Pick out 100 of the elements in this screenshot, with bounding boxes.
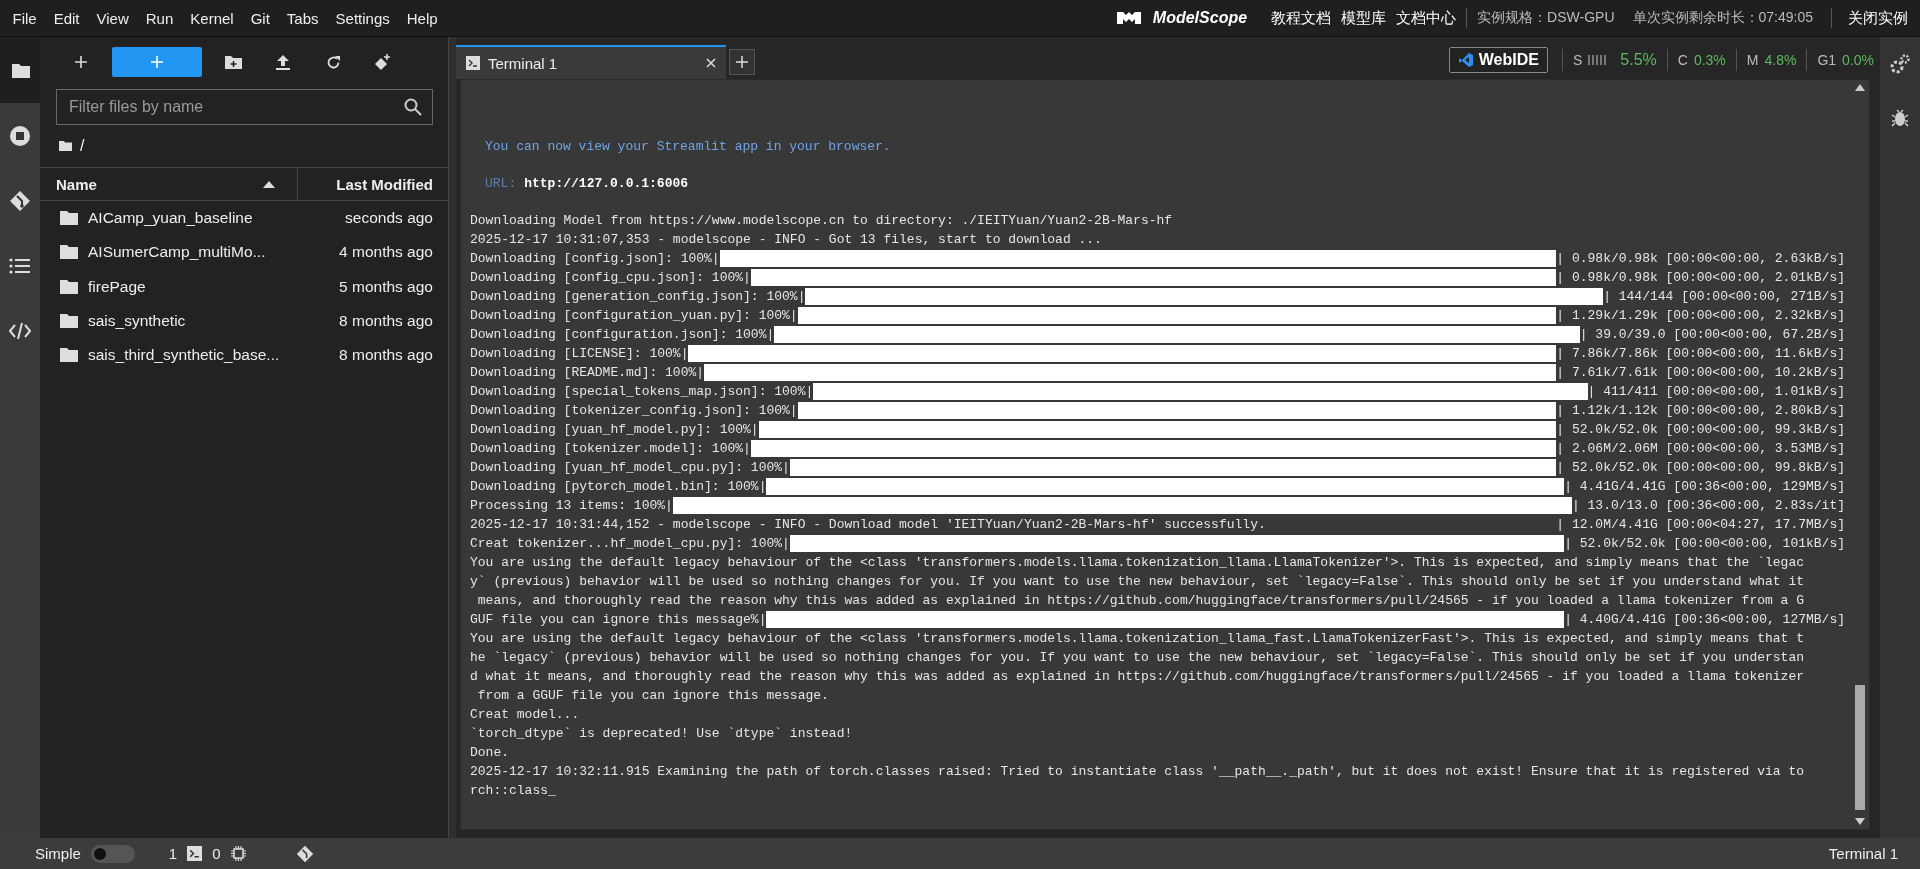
modified-time: 8 months ago [339,346,433,365]
header-link[interactable]: 文档中心 [1396,8,1457,28]
progress-label: Downloading [config_cpu.json]: 100%| [470,269,751,287]
mode-toggle[interactable] [90,844,135,863]
menu-item[interactable]: Tabs [278,9,328,27]
progress-stats: | 7.61k/7.61k [00:00<00:00, 10.2kB/s] [1556,364,1845,382]
menu-item[interactable]: Run [137,9,182,27]
scroll-thumb[interactable] [1855,685,1865,810]
file-row[interactable]: firePage 5 months ago [40,269,448,304]
file-row[interactable]: sais_synthetic 8 months ago [40,303,448,339]
modified-time: 4 months ago [339,243,433,262]
url-link[interactable]: http://127.0.0.1:6006 [524,174,689,193]
plus-icon [74,55,88,69]
menu-item[interactable]: File [4,9,46,27]
git-icon [9,189,31,212]
menu-item[interactable]: Kernel [181,9,243,27]
terminal-icon [466,56,480,70]
modified-time: 8 months ago [339,312,433,331]
folder-icon [60,211,78,226]
terminal-line: from a GGUF file you can ignore this message. [476,687,830,705]
folder-icon [60,245,78,260]
plus-icon [736,56,748,68]
metric-label: S [1572,52,1583,68]
close-icon[interactable] [706,58,716,68]
menu-item[interactable]: Edit [45,9,89,27]
folder-icon [59,141,72,151]
close-instance-button[interactable]: 关闭实例 [1842,8,1908,28]
header-link[interactable]: 模型库 [1341,8,1387,28]
terminal-line: Downloading Model from https://www.modelscope.cn to directory: ./IEITYuan/Yuan2-2B-Mars-hf [470,212,1174,230]
terminal-line: 2025-12-17 10:31:07,353 - modelscope - INFO - Got 13 files, start to download ... [470,231,1103,249]
metric-value: 4.8% [1764,52,1797,68]
metric-label: M [1746,52,1759,68]
terminal-line: means, and thoroughly read the reason why this was added as explained in https://github.com/huggingface/transformers/pull/24565 - if you loaded a llama tokenizer from a G [476,592,1806,610]
menu-item[interactable]: Git [242,9,279,27]
terminal-line: y` (previous) behavior will be used so nothing changes for you. If you want to use the new behaviour, set `legacy=False`. This should only be set if you understand what it [470,573,1806,591]
progress-stats: | 13.0/13.0 [00:36<00:00, 2.83s/it] [1571,497,1845,515]
progress-stats: | 52.0k/52.0k [00:00<00:00, 99.8kB/s] [1556,459,1845,477]
terminal-line: Creat model... [470,706,581,724]
progress-stats: | 4.41G/4.41G [00:36<00:00, 129MB/s] [1564,478,1845,496]
active-tab-label: Terminal 1 [1828,845,1898,862]
metric-value: 5.5% [1620,51,1657,69]
header-link[interactable]: 教程文档 [1271,8,1332,28]
terminal-line: 2025-12-17 10:32:11.915 Examining the path of torch.classes raised: Tried to instantiate class '__path__._path', but it does not exist! Ensure that it is registered via to [470,763,1806,781]
logo-text: ModelScope [1152,9,1248,27]
breadcrumb-path[interactable]: / [80,137,85,155]
menu-item[interactable]: Help [398,9,447,27]
file-name: AICamp_yuan_baseline [88,209,254,228]
file-row[interactable]: sais_third_synthetic_base... 8 months ago [40,338,448,373]
sidebar-tab[interactable] [0,37,40,103]
progress-stats: | 39.0/39.0 [00:00<00:00, 67.2B/s] [1579,326,1845,344]
code-editor-icon [1457,52,1474,68]
git-plus-icon [374,53,392,71]
progress-stats: | 4.40G/4.41G [00:36<00:00, 127MB/s] [1564,611,1845,629]
kernel-count[interactable]: 0 [212,845,221,862]
progress-stats: | 12.0M/4.41G [00:00<04:27, 17.7MB/s] [1556,516,1845,534]
progress-label: Creat tokenizer...hf_model_cpu.py]: 100%| [470,535,790,553]
progress-label: Downloading [tokenizer_config.json]: 100%| [470,402,798,420]
progress-label: Downloading [README.md]: 100%| [470,364,705,382]
progress-stats: | 144/144 [00:00<00:00, 271B/s] [1603,288,1845,306]
metric-value: 0.3% [1693,52,1726,68]
git-icon[interactable] [295,844,314,863]
remaining-time: 单次实例剩余时长：07:49:05 [1632,9,1813,27]
folder-icon [60,348,78,363]
modified-time: 5 months ago [339,277,433,296]
progress-stats: | 1.29k/1.29k [00:00<00:00, 2.32kB/s] [1556,307,1845,325]
menu-item[interactable]: Settings [327,9,399,27]
terminal-tab[interactable]: Terminal 1 [456,45,726,79]
file-row[interactable]: AICamp_yuan_baseline seconds ago [40,201,448,236]
terminal-line: Done. [470,744,510,762]
progress-stats: | 52.0k/52.0k [00:00<00:00, 99.3kB/s] [1556,421,1845,439]
folder-icon [60,279,78,294]
progress-label: Downloading [yuan_hf_model_cpu.py]: 100%| [470,459,790,477]
terminal-count[interactable]: 1 [168,845,178,862]
scroll-down-icon[interactable] [1855,818,1865,825]
webide-button[interactable]: WebIDE [1448,47,1548,73]
list-icon [9,256,31,275]
scroll-up-icon[interactable] [1855,84,1865,91]
progress-stats: | 0.98k/0.98k [00:00<00:00, 2.63kB/s] [1556,250,1845,268]
column-header[interactable]: Last Modified [298,168,448,200]
progress-stats: | 52.0k/52.0k [00:00<00:00, 101kB/s] [1564,535,1845,553]
progress-label: Downloading [yuan_hf_model.py]: 100%| [470,421,759,439]
progress-label: Downloading [generation_config.json]: 100%| [470,288,806,306]
terminal-line: You are using the default legacy behaviour of the <class 'transformers.models.llama.tokenization_llama.LlamaTokenizer'>. This is expected, and simply means that the `legac [470,554,1806,572]
filter-field[interactable]: Filter files by name [56,89,433,125]
file-name: AISumerCamp_multiMo... [88,243,267,262]
progress-label: Downloading [special_tokens_map.json]: 100%| [470,383,814,401]
bug-icon[interactable] [1891,107,1909,127]
metric-label: G1 [1817,52,1837,68]
instance-spec: 实例规格：DSW-GPU [1477,9,1615,27]
file-row[interactable]: AISumerCamp_multiMo... 4 months ago [40,235,448,270]
progress-stats: | 7.86k/7.86k [00:00<00:00, 11.6kB/s] [1556,345,1845,363]
progress-stats: | 0.98k/0.98k [00:00<00:00, 2.01kB/s] [1556,269,1845,287]
logo-icon [1114,9,1143,27]
progress-label: Processing 13 items: 100%| [470,497,673,515]
url-label: URL: [485,175,517,193]
menu-item[interactable]: View [88,9,138,27]
file-name: sais_synthetic [88,312,187,331]
add-tab-button[interactable] [729,49,755,75]
column-header[interactable]: Name [40,168,298,200]
file-name: firePage [88,277,147,296]
